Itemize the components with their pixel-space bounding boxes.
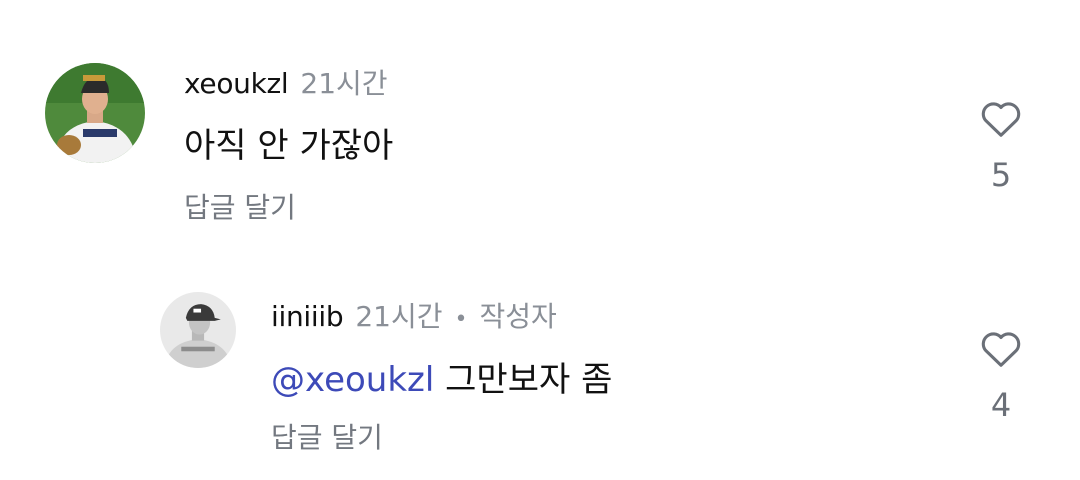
comment-username[interactable]: xeoukzl bbox=[184, 67, 289, 100]
player-photo-icon bbox=[160, 292, 236, 368]
heart-icon[interactable] bbox=[979, 98, 1023, 138]
comment-text: 아직 안 가잖아 bbox=[184, 126, 394, 166]
reply-item: iiniiib 21시간 • 작성자 @xeoukzl 그만보자 좀 답글 달기… bbox=[0, 240, 1080, 480]
mention-link[interactable]: @xeoukzl bbox=[271, 360, 434, 400]
reply-body: 그만보자 좀 bbox=[445, 360, 613, 400]
comment-item: xeoukzl 21시간 아직 안 가잖아 답글 달기 5 bbox=[0, 0, 1080, 240]
like-control: 5 bbox=[971, 98, 1031, 194]
like-count: 5 bbox=[990, 156, 1012, 194]
reply-text: @xeoukzl 그만보자 좀 bbox=[271, 352, 612, 401]
avatar[interactable] bbox=[45, 63, 145, 163]
meta-separator: • bbox=[454, 307, 468, 332]
comment-thread: xeoukzl 21시간 아직 안 가잖아 답글 달기 5 iiniiib 21… bbox=[0, 0, 1080, 480]
heart-icon[interactable] bbox=[979, 328, 1023, 368]
reply-timestamp: 21시간 bbox=[355, 300, 443, 333]
avatar[interactable] bbox=[160, 292, 236, 368]
author-badge: 작성자 bbox=[479, 300, 557, 333]
like-control: 4 bbox=[971, 328, 1031, 424]
reply-button[interactable]: 답글 달기 bbox=[271, 416, 383, 456]
comment-timestamp: 21시간 bbox=[300, 67, 388, 100]
reply-username[interactable]: iiniiib bbox=[271, 300, 344, 333]
reply-button[interactable]: 답글 달기 bbox=[184, 186, 296, 226]
baseball-player-photo-icon bbox=[45, 63, 145, 163]
like-count: 4 bbox=[990, 386, 1012, 424]
